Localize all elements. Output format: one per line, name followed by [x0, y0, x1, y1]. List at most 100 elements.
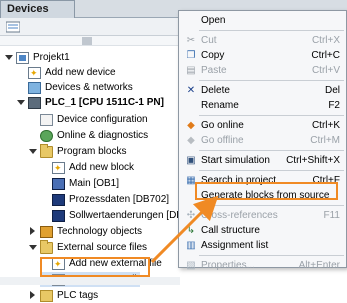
menu-item-shortcut: Ctrl+Shift+X — [286, 155, 340, 166]
tree-item-label: PLC_1 [CPU 1511C-1 PN] — [45, 97, 164, 108]
network-icon — [28, 81, 41, 94]
splitter-handle[interactable] — [82, 37, 92, 45]
properties-icon: ▧ — [186, 260, 196, 271]
menu-item-open[interactable]: Open — [179, 13, 347, 28]
menu-item-start-simulation[interactable]: ▣ Start simulation Ctrl+Shift+X — [179, 153, 347, 168]
add-block-icon — [52, 161, 65, 176]
menu-item-assignment-list[interactable]: ▥ Assignment list — [179, 238, 347, 253]
menu-item-shortcut: Ctrl+M — [310, 135, 340, 146]
menu-item-call-structure[interactable]: ↳ Call structure — [179, 223, 347, 238]
menu-item-label: Properties... — [201, 260, 255, 271]
expander-closed-icon[interactable] — [28, 227, 37, 236]
tree-item-label: Add new device — [45, 67, 116, 78]
cross-references-icon: ✣ — [186, 210, 196, 221]
simulation-icon: ▣ — [186, 155, 196, 166]
cut-icon: ✂ — [186, 35, 196, 46]
block-icon — [52, 193, 65, 206]
tree-item[interactable]: Main [OB1] — [40, 176, 119, 191]
menu-separator — [199, 205, 344, 206]
tree-item[interactable]: Online & diagnostics — [28, 128, 148, 143]
menu-item-label: Cross-references — [201, 210, 278, 221]
tree-item-label: Online & diagnostics — [57, 130, 149, 141]
menu-item-label: Rename — [201, 100, 239, 111]
paste-icon: ▤ — [186, 65, 196, 76]
tree-item[interactable]: PLC_1 [CPU 1511C-1 PN] — [16, 95, 164, 110]
menu-item-cross-references[interactable]: ✣ Cross-references F11 — [179, 208, 347, 223]
folder-icon — [40, 239, 53, 254]
block-icon — [52, 177, 65, 190]
menu-item-label: Paste — [201, 65, 227, 76]
tree-item[interactable]: Projekt1 — [4, 50, 70, 65]
menu-item-label: Call structure — [201, 225, 260, 236]
expander-closed-icon[interactable] — [28, 291, 37, 300]
plc-icon — [28, 96, 41, 109]
menu-item-label: Assignment list — [201, 240, 269, 251]
go-online-icon: ◆ — [187, 120, 195, 131]
menu-separator — [199, 80, 344, 81]
tree-item-label: Device configuration — [57, 114, 148, 125]
tree-item-label: Program blocks — [57, 146, 127, 157]
tree-item-label: Prozessdaten [DB702] — [69, 194, 170, 205]
tree-item[interactable]: Device configuration — [28, 112, 148, 127]
menu-item-shortcut: F11 — [323, 210, 341, 221]
menu-separator — [199, 30, 344, 31]
menu-item-paste[interactable]: ▤ Paste Ctrl+V — [179, 63, 347, 78]
go-offline-icon: ◆ — [187, 135, 195, 146]
highlight-source-file — [40, 257, 150, 277]
devices-tab[interactable]: Devices — [0, 0, 75, 18]
tags-icon — [40, 289, 53, 302]
tree-item[interactable]: PLC tags — [28, 288, 98, 303]
panel-bottom-bar — [0, 277, 180, 285]
tree-item[interactable]: Prozessdaten [DB702] — [40, 192, 169, 207]
tree-item[interactable]: Program blocks — [28, 143, 127, 159]
delete-icon: ✕ — [186, 85, 196, 96]
menu-item-label: Go offline — [201, 135, 244, 146]
menu-item-rename[interactable]: Rename F2 — [179, 98, 347, 113]
menu-item-label: Start simulation — [201, 155, 270, 166]
diagnostics-icon — [40, 129, 53, 142]
expander-open-icon[interactable] — [4, 53, 13, 62]
menu-item-go-offline[interactable]: ◆ Go offline Ctrl+M — [179, 133, 347, 148]
tree-item[interactable]: Devices & networks — [16, 80, 133, 95]
expander-open-icon[interactable] — [16, 98, 25, 107]
tree-item-label: PLC tags — [57, 290, 99, 301]
list-view-icon[interactable] — [6, 21, 20, 33]
tree-item-label: Add new block — [69, 162, 135, 173]
call-structure-icon: ↳ — [186, 225, 196, 236]
assignment-list-icon: ▥ — [186, 240, 196, 251]
menu-item-shortcut: Ctrl+C — [311, 50, 340, 61]
tree-item[interactable]: External source files — [28, 239, 148, 255]
menu-item-copy[interactable]: ❐ Copy Ctrl+C — [179, 48, 347, 63]
tree-item-label: Devices & networks — [45, 82, 133, 93]
tree-item[interactable]: Add new device — [16, 65, 116, 81]
folder-icon — [40, 143, 53, 158]
expander-open-icon[interactable] — [28, 243, 37, 252]
menu-item-label: Open — [201, 15, 226, 26]
menu-separator — [199, 255, 344, 256]
tree-item[interactable]: Technology objects — [28, 224, 142, 239]
tree-item-label: External source files — [57, 242, 148, 253]
block-icon — [52, 209, 65, 222]
menu-item-shortcut: Ctrl+X — [311, 35, 340, 46]
menu-item-label: Copy — [201, 50, 225, 61]
menu-item-properties[interactable]: ▧ Properties... Alt+Enter — [179, 258, 347, 273]
tree-item[interactable]: Add new block — [40, 160, 135, 176]
menu-item-go-online[interactable]: ◆ Go online Ctrl+K — [179, 118, 347, 133]
tree-item-label: Technology objects — [57, 226, 143, 237]
tree-item-label: Sollwertaenderungen [DB7 — [69, 210, 189, 221]
menu-separator — [199, 170, 344, 171]
expander-open-icon[interactable] — [28, 147, 37, 156]
copy-icon: ❐ — [186, 50, 196, 61]
menu-item-delete[interactable]: ✕ Delete Del — [179, 83, 347, 98]
tree-item[interactable]: Sollwertaenderungen [DB7 — [40, 208, 189, 223]
menu-item-cut[interactable]: ✂ Cut Ctrl+X — [179, 33, 347, 48]
menu-separator — [199, 150, 344, 151]
technology-icon — [40, 225, 53, 238]
menu-item-shortcut: Ctrl+K — [311, 120, 340, 131]
menu-item-shortcut: Ctrl+V — [311, 65, 340, 76]
